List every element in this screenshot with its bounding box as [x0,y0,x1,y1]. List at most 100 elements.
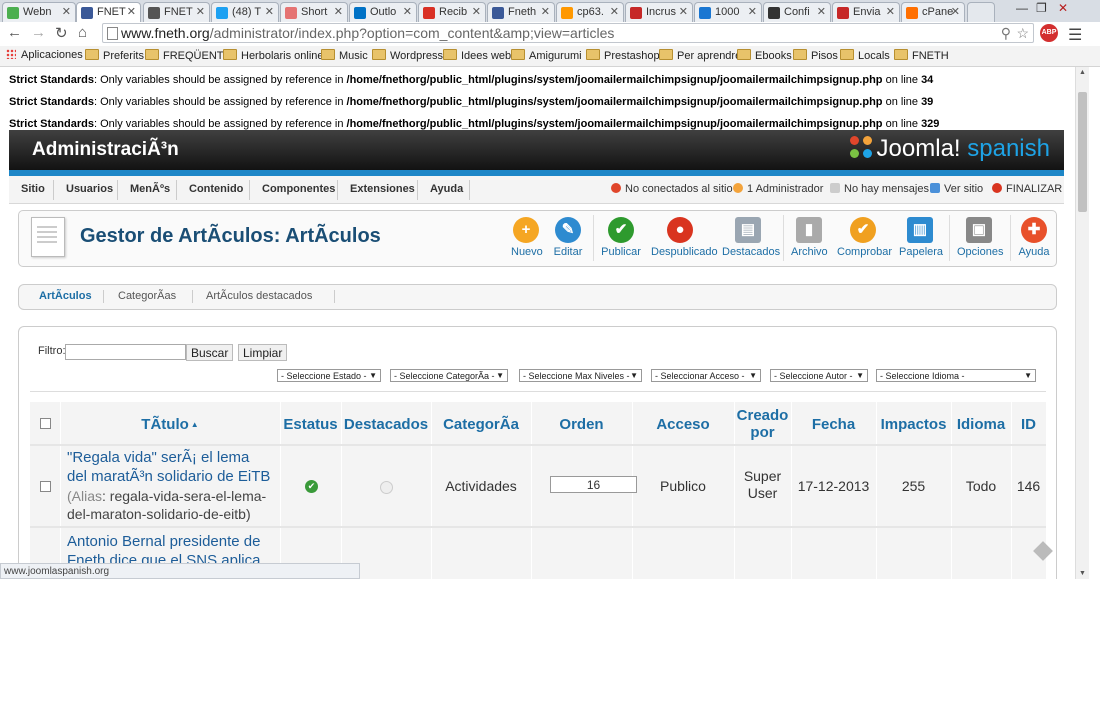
column-header-title[interactable]: TÃtulo ▲ [60,404,280,444]
tab-close-icon[interactable]: ✕ [817,5,826,18]
filter-search-input[interactable] [65,344,186,360]
article-author[interactable]: Super User [734,468,791,502]
bookmark-folder[interactable]: Music [321,49,368,62]
access-filter-select[interactable]: - Seleccionar Acceso - [651,369,761,382]
featured-button[interactable]: ▤ Destacados [722,217,780,258]
browser-tab[interactable]: (48) T ✕ [211,2,279,22]
joomla-logo[interactable]: Joomla! spanish [849,135,1050,163]
browser-menu-icon[interactable]: ☰ [1068,25,1082,45]
column-header-featured[interactable]: Destacados [341,404,431,444]
archive-button[interactable]: ▮ Archivo [791,217,828,258]
status-filter-select[interactable]: - Seleccione Estado - [277,369,381,382]
menu-sitio[interactable]: Sitio [21,183,45,195]
address-bar[interactable]: www.fneth.org/administrator/index.php?op… [102,23,1034,43]
new-tab-button[interactable] [967,2,995,22]
scrollbar-thumb[interactable] [1078,92,1087,212]
scroll-down-icon[interactable]: ▼ [1079,570,1086,577]
minimize-icon[interactable]: — [1016,1,1028,15]
search-button[interactable]: Buscar [186,344,234,361]
reload-icon[interactable]: ↻ [55,24,68,42]
column-header-date[interactable]: Fecha [791,404,876,444]
options-button[interactable]: ▣ Opciones [957,217,1003,258]
order-input[interactable]: 16 [550,476,637,493]
browser-tab[interactable]: cp63. ✕ [556,2,624,22]
new-button[interactable]: + Nuevo [511,217,543,258]
column-header-id[interactable]: ID [1011,404,1046,444]
bookmark-folder[interactable]: Pisos [793,49,838,62]
browser-tab[interactable]: FNET ✕ [143,2,210,22]
logout-link[interactable]: FINALIZAR [992,183,1062,195]
trash-button[interactable]: ▥ Papelera [899,217,943,258]
menu-usuarios[interactable]: Usuarios [66,183,113,195]
forward-arrow-icon[interactable]: → [31,24,46,41]
tab-close-icon[interactable]: ✕ [951,5,960,18]
status-messages[interactable]: No hay mensajes [830,183,929,195]
category-filter-select[interactable]: - Seleccione CategorÃa - [390,369,508,382]
column-header-language[interactable]: Idioma [951,404,1011,444]
tab-articles[interactable]: ArtÃculos [39,290,92,302]
tab-close-icon[interactable]: ✕ [334,5,343,18]
bookmark-folder[interactable]: FNETH [894,49,949,62]
bookmark-folder[interactable]: Prestashop [586,49,660,62]
bookmark-folder[interactable]: Amigurumi [511,49,582,62]
column-header-access[interactable]: Acceso [632,404,734,444]
bookmark-folder[interactable]: Locals [840,49,890,62]
bookmark-star-icon[interactable]: ☆ [1016,24,1029,42]
column-header-order[interactable]: Orden [531,404,632,444]
max-levels-filter-select[interactable]: - Seleccione Max Niveles - [519,369,642,382]
unpublish-button[interactable]: ● Despublicado [651,217,718,258]
bookmark-apps[interactable]: Aplicaciones [6,49,83,61]
tab-featured-articles[interactable]: ArtÃculos destacados [206,290,312,302]
browser-tab[interactable]: Incrus ✕ [625,2,693,22]
column-header-created-by[interactable]: Creado por [734,404,791,444]
menu-extensiones[interactable]: Extensiones [350,183,415,195]
tab-close-icon[interactable]: ✕ [610,5,619,18]
tab-close-icon[interactable]: ✕ [62,5,71,18]
close-window-icon[interactable]: ✕ [1058,1,1068,15]
bookmark-folder[interactable]: Per aprendre [659,49,741,62]
published-check-icon[interactable]: ✔ [305,480,318,493]
zoom-icon[interactable]: ⚲ [1001,24,1011,42]
browser-tab-active[interactable]: FNET ✕ [76,2,141,22]
tab-categories[interactable]: CategorÃas [118,290,176,302]
view-site-link[interactable]: Ver sitio [930,183,983,195]
menu-ayuda[interactable]: Ayuda [430,183,463,195]
scroll-up-icon[interactable]: ▲ [1079,69,1086,76]
tab-close-icon[interactable]: ✕ [748,5,757,18]
tab-close-icon[interactable]: ✕ [127,5,136,18]
checkin-button[interactable]: ✔ Comprobar [837,217,892,258]
browser-tab[interactable]: Recib ✕ [418,2,486,22]
browser-tab[interactable]: Webn ✕ [2,2,76,22]
browser-tab[interactable]: Short ✕ [280,2,348,22]
tab-close-icon[interactable]: ✕ [265,5,274,18]
select-all-checkbox[interactable] [40,418,51,429]
column-header-category[interactable]: CategorÃa [431,404,531,444]
bookmark-folder[interactable]: Idees web [443,49,511,62]
menu-menus[interactable]: MenÃºs [130,183,170,195]
article-title-link[interactable]: "Regala vida" serÃ¡ el lema [67,449,249,467]
bookmark-folder[interactable]: Wordpress [372,49,443,62]
browser-tab[interactable]: Confi ✕ [763,2,831,22]
clear-button[interactable]: Limpiar [238,344,288,361]
page-scrollbar[interactable]: ▲ ▼ [1075,67,1089,579]
menu-contenido[interactable]: Contenido [189,183,243,195]
featured-toggle-icon[interactable] [380,481,393,494]
publish-button[interactable]: ✔ Publicar [601,217,641,258]
browser-tab[interactable]: Fneth ✕ [487,2,555,22]
bookmark-folder[interactable]: Herbolaris online [223,49,324,62]
tab-close-icon[interactable]: ✕ [886,5,895,18]
browser-tab[interactable]: Envia ✕ [832,2,900,22]
tab-close-icon[interactable]: ✕ [196,5,205,18]
article-title-link[interactable]: del maratÃ³n solidario de EiTB [67,468,270,486]
tab-close-icon[interactable]: ✕ [541,5,550,18]
language-filter-select[interactable]: - Seleccione Idioma - [876,369,1036,382]
restore-icon[interactable]: ❐ [1036,1,1047,15]
tab-close-icon[interactable]: ✕ [679,5,688,18]
browser-tab[interactable]: Outlo ✕ [349,2,417,22]
back-arrow-icon[interactable]: ← [7,24,22,41]
author-filter-select[interactable]: - Seleccione Autor - [770,369,868,382]
column-header-status[interactable]: Estatus [280,404,341,444]
bookmark-folder[interactable]: Ebooks [737,49,792,62]
menu-componentes[interactable]: Componentes [262,183,335,195]
article-title-link[interactable]: Antonio Bernal presidente de [67,533,260,551]
